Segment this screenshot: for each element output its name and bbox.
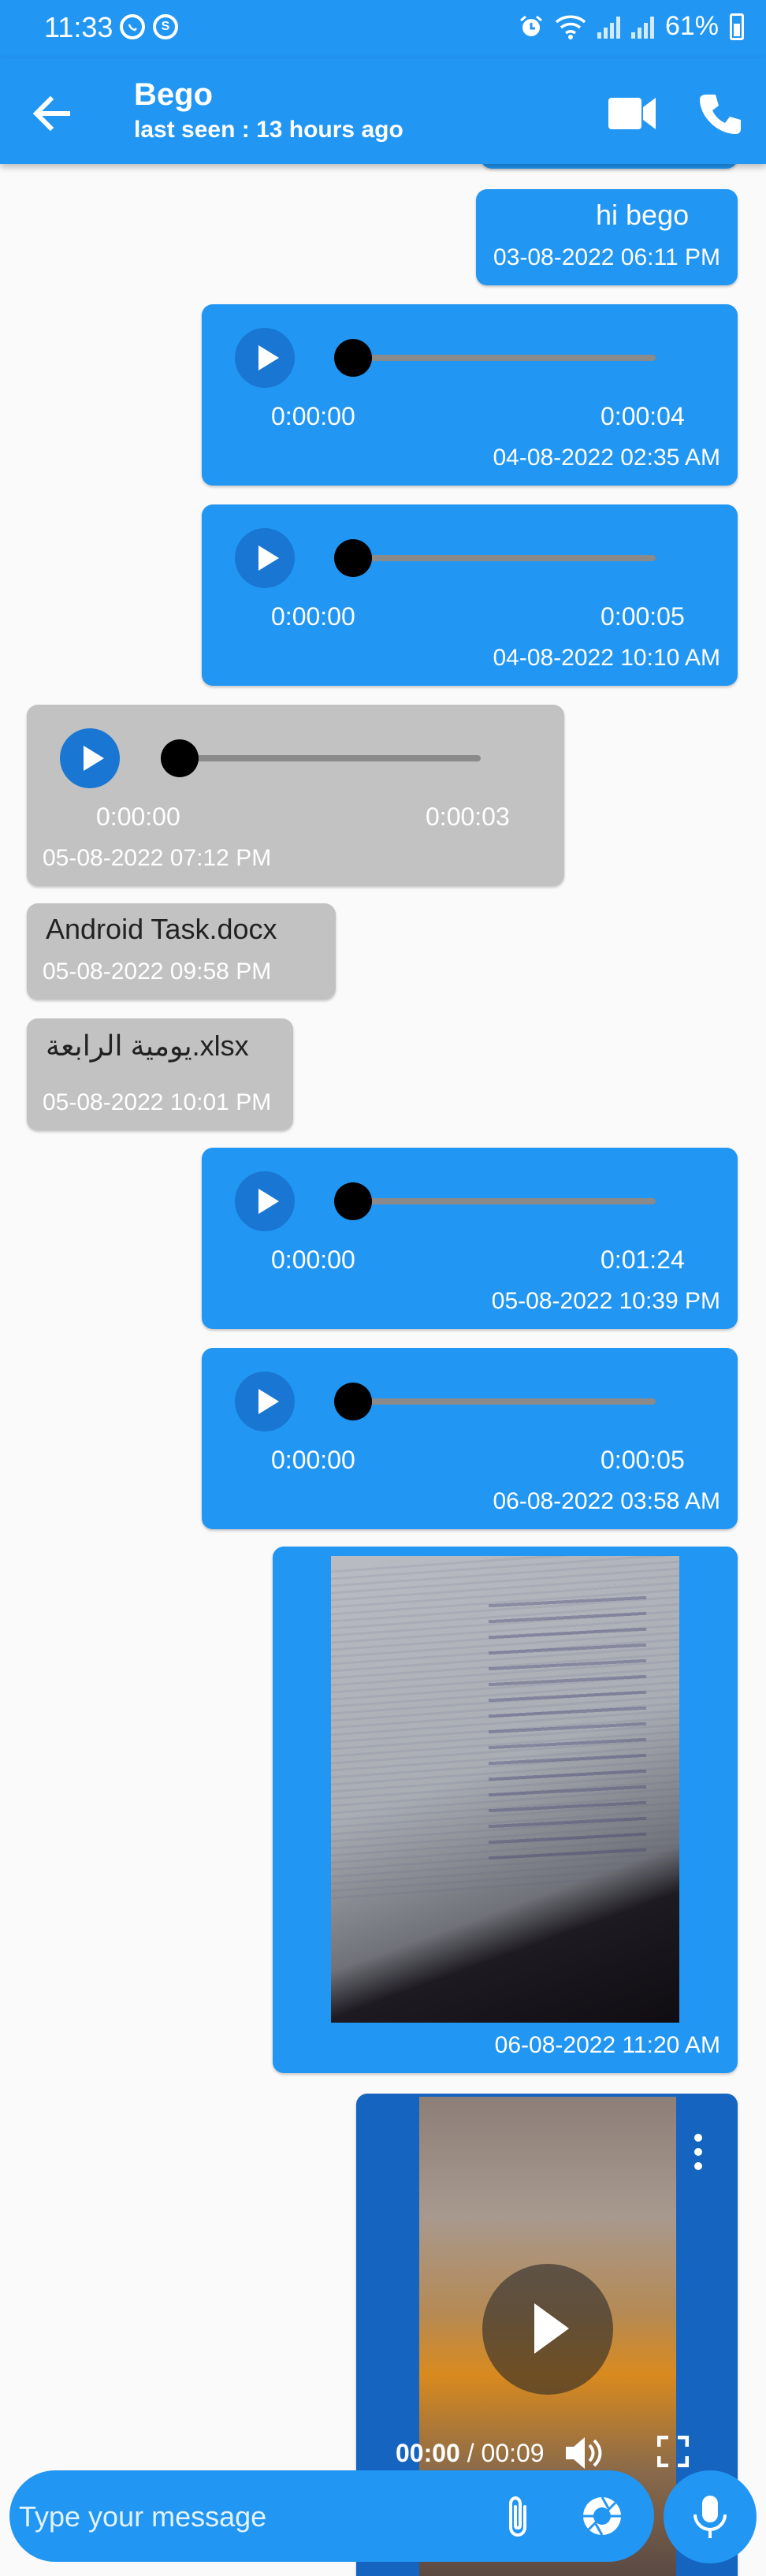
- chat-app-bar: Bego last seen : 13 hours ago: [0, 58, 766, 164]
- battery-percent: 61%: [664, 11, 719, 41]
- mic-icon: [693, 2496, 727, 2538]
- message-text: hi bego: [596, 199, 690, 231]
- audio-message-sent[interactable]: 0:00:00 0:00:04 04-08-2022 02:35 AM: [202, 304, 738, 486]
- message-timestamp: 05-08-2022 10:01 PM: [43, 1089, 272, 1115]
- audio-seek-handle[interactable]: [334, 1383, 372, 1420]
- audio-duration: 0:00:03: [426, 802, 510, 831]
- status-time: 11:33: [44, 11, 113, 43]
- play-icon[interactable]: [235, 1171, 295, 1231]
- audio-message-sent[interactable]: 0:00:00 0:00:05 06-08-2022 03:58 AM: [202, 1348, 738, 1529]
- more-options-icon[interactable]: [682, 2128, 714, 2176]
- signal-icon: [597, 15, 620, 39]
- play-icon[interactable]: [60, 728, 120, 788]
- audio-position: 0:00:00: [271, 1446, 355, 1474]
- file-message-received[interactable]: يومية الرابعة.xlsx 05-08-2022 10:01 PM: [27, 1018, 293, 1130]
- audio-seek-track[interactable]: [353, 1198, 656, 1204]
- image-attachment[interactable]: [331, 1556, 679, 2023]
- message-timestamp: 05-08-2022 10:39 PM: [491, 1288, 720, 1314]
- last-seen-status: last seen : 13 hours ago: [134, 117, 403, 143]
- fullscreen-icon[interactable]: [657, 2436, 689, 2467]
- contact-name[interactable]: Bego: [134, 77, 213, 113]
- message-input[interactable]: Type your message: [19, 2500, 266, 2533]
- shield-s-icon: S: [153, 14, 178, 39]
- file-name: يومية الرابعة.xlsx: [46, 1029, 249, 1062]
- audio-duration: 0:01:24: [601, 1245, 685, 1274]
- audio-seek-track[interactable]: [178, 755, 481, 761]
- audio-seek-handle[interactable]: [334, 1182, 372, 1220]
- play-icon[interactable]: [235, 328, 295, 388]
- audio-seek-track[interactable]: [353, 555, 656, 561]
- message-composer[interactable]: Type your message: [9, 2470, 654, 2562]
- play-icon[interactable]: [235, 528, 295, 588]
- audio-seek-track[interactable]: [353, 355, 656, 361]
- audio-message-sent[interactable]: 0:00:00 0:00:05 04-08-2022 10:10 AM: [202, 504, 738, 686]
- message-timestamp: 06-08-2022 03:58 AM: [493, 1488, 720, 1514]
- whatsapp-icon: [120, 14, 145, 39]
- message-timestamp: 05-08-2022 09:58 PM: [43, 959, 272, 985]
- video-current-time: 00:00: [396, 2439, 460, 2467]
- message-timestamp: 05-08-2022 07:12 PM: [43, 845, 272, 871]
- audio-duration: 0:00:04: [601, 402, 685, 430]
- phone-call-icon[interactable]: [697, 90, 744, 137]
- audio-position: 0:00:00: [271, 402, 355, 430]
- message-timestamp: 03-08-2022 06:11 PM: [493, 244, 720, 270]
- message-timestamp: 04-08-2022 02:35 AM: [493, 445, 720, 471]
- message-timestamp: 04-08-2022 10:10 AM: [493, 645, 720, 671]
- wifi-icon: [555, 15, 586, 39]
- audio-position: 0:00:00: [271, 602, 355, 631]
- audio-message-sent[interactable]: 0:00:00 0:01:24 05-08-2022 10:39 PM: [202, 1148, 738, 1329]
- audio-position: 0:00:00: [271, 1245, 355, 1274]
- play-icon[interactable]: [235, 1372, 295, 1431]
- audio-message-received[interactable]: 0:00:00 0:00:03 05-08-2022 07:12 PM: [27, 705, 564, 886]
- video-time: 00:00 / 00:09: [396, 2439, 545, 2468]
- volume-icon[interactable]: [563, 2434, 604, 2472]
- audio-position: 0:00:00: [96, 802, 180, 831]
- video-play-icon[interactable]: [482, 2264, 613, 2395]
- audio-seek-handle[interactable]: [161, 739, 199, 777]
- mic-button[interactable]: [664, 2470, 757, 2563]
- audio-seek-handle[interactable]: [334, 539, 372, 577]
- status-bar: 11:33 S 61%: [0, 0, 766, 58]
- camera-icon[interactable]: [580, 2494, 624, 2538]
- battery-icon: [730, 13, 744, 40]
- alarm-icon: [519, 15, 542, 36]
- audio-seek-track[interactable]: [353, 1398, 656, 1405]
- back-arrow-icon[interactable]: [28, 90, 76, 137]
- signal-icon: [630, 15, 654, 39]
- message-bubble-sent[interactable]: hi bego 03-08-2022 06:11 PM: [476, 189, 738, 285]
- video-call-icon[interactable]: [607, 93, 657, 134]
- file-name: Android Task.docx: [46, 913, 277, 945]
- audio-duration: 0:00:05: [601, 602, 685, 631]
- video-total-time: / 00:09: [467, 2439, 545, 2467]
- file-message-received[interactable]: Android Task.docx 05-08-2022 09:58 PM: [27, 903, 336, 1000]
- audio-duration: 0:00:05: [601, 1446, 685, 1474]
- message-timestamp: 06-08-2022 11:20 AM: [494, 2032, 720, 2058]
- attach-icon[interactable]: [498, 2494, 537, 2540]
- audio-seek-handle[interactable]: [334, 339, 372, 377]
